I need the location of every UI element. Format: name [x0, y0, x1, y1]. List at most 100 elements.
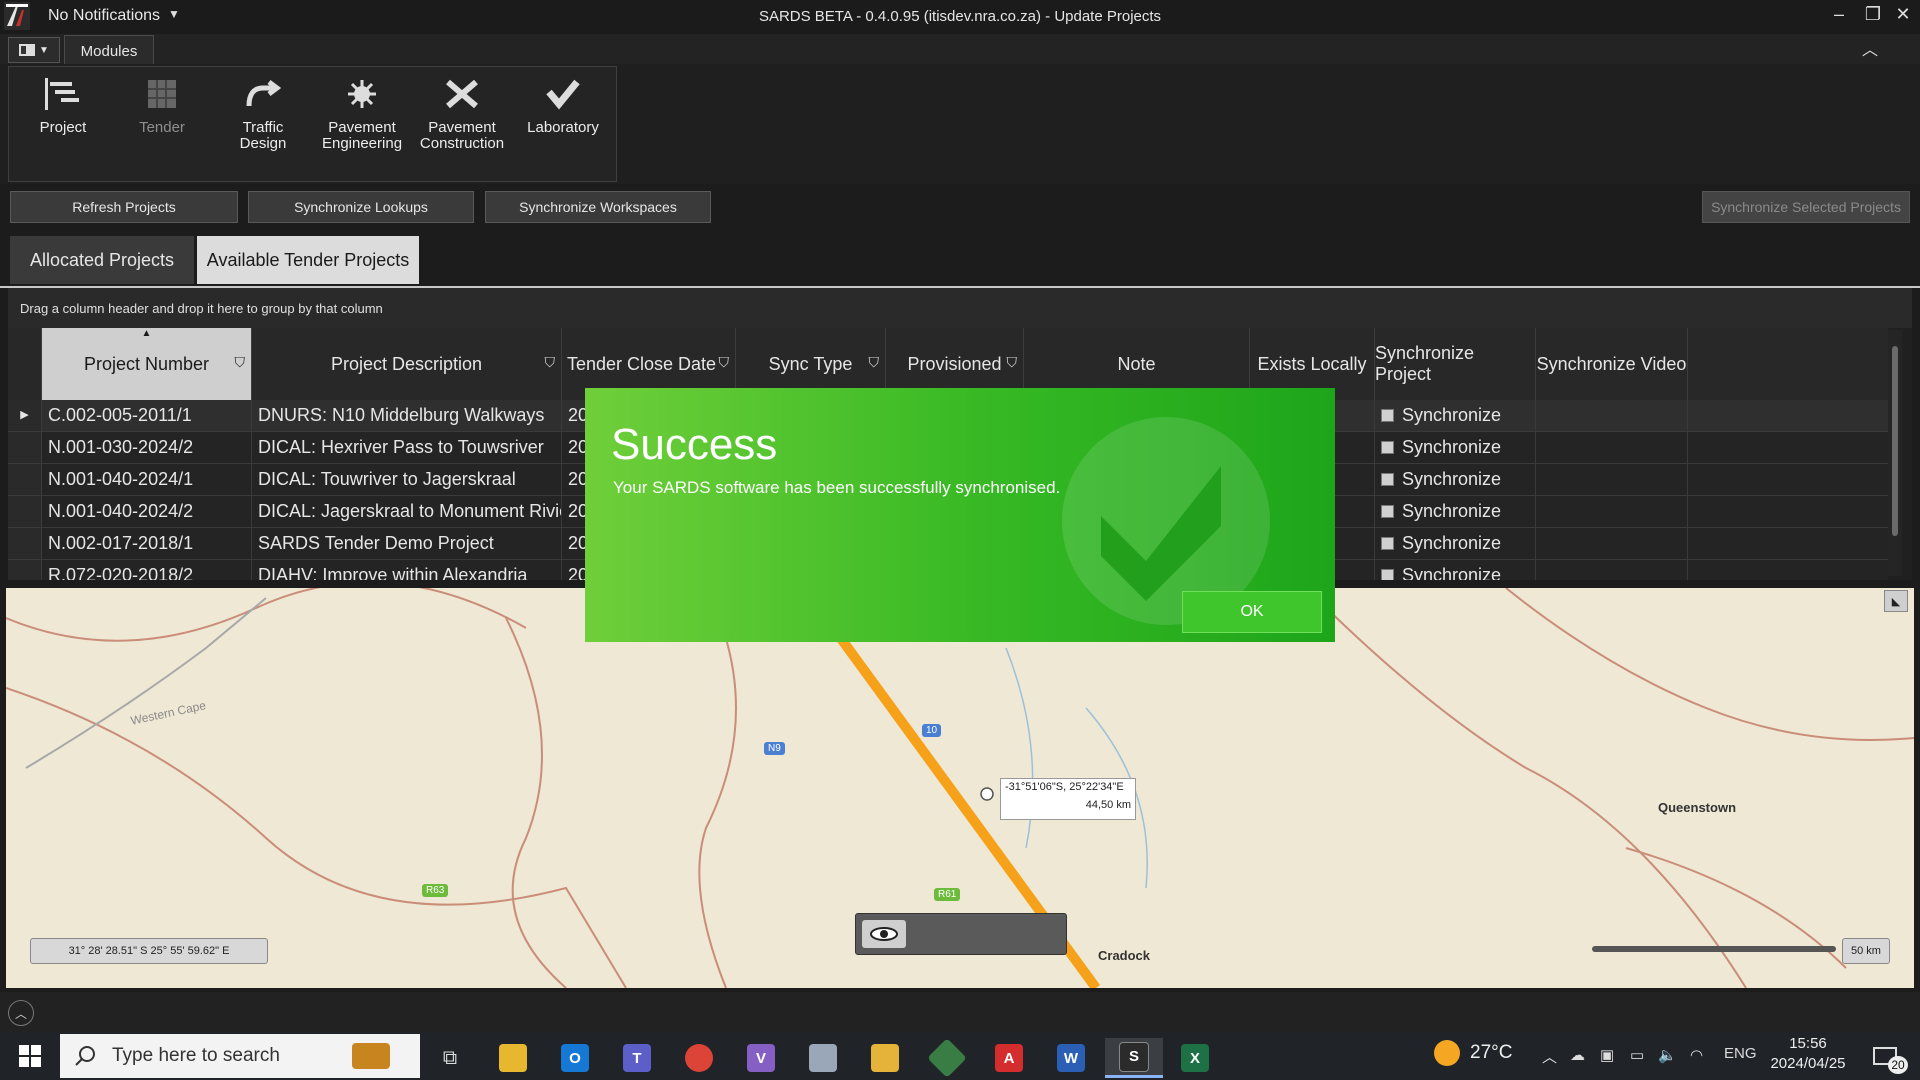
database-icon[interactable]	[799, 1038, 847, 1078]
taskbar-clock[interactable]: 15:56 2024/04/25	[1760, 1034, 1856, 1074]
sun-icon	[1434, 1040, 1460, 1066]
taskbar-search[interactable]: Type here to search	[60, 1034, 420, 1078]
collapse-ribbon-icon[interactable]: ︿	[1862, 36, 1878, 60]
notification-count-badge: 20	[1888, 1056, 1908, 1074]
synchronize-workspaces-button[interactable]: Synchronize Workspaces	[485, 191, 711, 223]
cell-synchronize-video	[1536, 464, 1688, 495]
cell-project-number: N.002-017-2018/1	[42, 528, 252, 559]
expand-status-icon[interactable]: ︿	[8, 1000, 34, 1026]
volume-icon[interactable]: 🔈	[1658, 1046, 1677, 1064]
synchronize-checkbox[interactable]	[1381, 537, 1394, 550]
filter-icon[interactable]: ⛉	[235, 354, 246, 371]
cell-synchronize-project[interactable]: Synchronize	[1375, 496, 1536, 527]
module-label: Tender	[139, 119, 185, 136]
eye-icon[interactable]	[862, 920, 906, 948]
synchronize-label: Synchronize	[1402, 565, 1502, 580]
project-icon	[45, 78, 79, 110]
wifi-icon[interactable]: ◠	[1690, 1046, 1703, 1064]
laboratory-icon	[546, 79, 580, 110]
tooltip-distance: 44,50 km	[1085, 799, 1131, 811]
map-label-cradock: Cradock	[1098, 948, 1151, 963]
language-indicator[interactable]: ENG	[1724, 1045, 1757, 1062]
git-icon[interactable]	[923, 1038, 971, 1078]
scrollbar-thumb[interactable]	[1892, 346, 1898, 536]
module-project[interactable]: Project	[13, 76, 113, 136]
paint-tool-icon[interactable]	[861, 1038, 909, 1078]
synchronize-checkbox[interactable]	[1381, 569, 1394, 580]
tender-icon	[148, 80, 176, 108]
module-tender[interactable]: Tender	[112, 76, 212, 136]
filter-icon[interactable]: ⛉	[719, 354, 730, 371]
module-pavement-engineering[interactable]: Pavement Engineering	[312, 76, 412, 152]
tooltip-coordinates: -31°51'06"S, 25°22'34"E	[1005, 781, 1124, 793]
module-pavement-construction[interactable]: Pavement Construction	[412, 76, 512, 152]
filter-icon[interactable]: ⛉	[545, 354, 556, 371]
windows-start-icon[interactable]	[0, 1032, 60, 1080]
dialog-title: Success	[611, 420, 778, 469]
synchronize-label: Synchronize	[1402, 469, 1502, 489]
module-laboratory[interactable]: Laboratory	[513, 76, 613, 136]
grid-vertical-scrollbar[interactable]	[1888, 330, 1902, 576]
visual-studio-icon[interactable]: V	[737, 1038, 785, 1078]
word-icon[interactable]: W	[1047, 1038, 1095, 1078]
column-header-project-description[interactable]: Project Description ⛉	[252, 328, 562, 400]
tab-allocated-projects[interactable]: Allocated Projects	[10, 236, 194, 284]
module-traffic-design[interactable]: Traffic Design	[213, 76, 313, 152]
close-button[interactable]: ✕	[1890, 4, 1916, 25]
view-menu-button[interactable]: ▼	[8, 37, 60, 63]
row-indicator	[8, 464, 42, 495]
column-label: Project Number	[83, 353, 210, 374]
onedrive-icon[interactable]: ☁	[1570, 1046, 1585, 1064]
network-status-icon[interactable]: ▣	[1600, 1046, 1614, 1064]
outlook-icon[interactable]: O	[551, 1038, 599, 1078]
column-header-project-number[interactable]: ▲ Project Number ⛉	[42, 328, 252, 400]
notification-center-icon[interactable]: 20	[1864, 1040, 1908, 1076]
synchronize-checkbox[interactable]	[1381, 409, 1394, 422]
cell-synchronize-video	[1536, 560, 1688, 580]
show-hidden-icons[interactable]: ︿	[1542, 1046, 1557, 1067]
cell-synchronize-project[interactable]: Synchronize	[1375, 560, 1536, 580]
task-view-icon[interactable]: ⧉	[426, 1038, 474, 1078]
cell-project-description: SARDS Tender Demo Project	[252, 528, 562, 559]
search-placeholder: Type here to search	[112, 1045, 280, 1066]
map-viewer-control[interactable]	[855, 913, 1067, 955]
ok-button[interactable]: OK	[1182, 591, 1322, 633]
minimize-button[interactable]: –	[1826, 4, 1852, 25]
tab-modules[interactable]: Modules	[64, 35, 154, 66]
cell-project-description: DNURS: N10 Middelburg Walkways	[252, 400, 562, 431]
filter-icon[interactable]: ⛉	[1007, 354, 1018, 371]
acrobat-icon[interactable]: A	[985, 1038, 1033, 1078]
restore-button[interactable]: ❐	[1860, 4, 1886, 25]
cell-synchronize-project[interactable]: Synchronize	[1375, 432, 1536, 463]
file-explorer-icon[interactable]	[489, 1038, 537, 1078]
synchronize-checkbox[interactable]	[1381, 505, 1394, 518]
cell-synchronize-project[interactable]: Synchronize	[1375, 400, 1536, 431]
map-toggle-icon[interactable]: ◣	[1884, 590, 1908, 612]
tab-available-tender-projects[interactable]: Available Tender Projects	[197, 236, 419, 284]
group-by-panel[interactable]: Drag a column header and drop it here to…	[8, 288, 1912, 328]
battery-icon[interactable]: ▭	[1630, 1046, 1644, 1064]
weather-widget[interactable]: 27°C	[1434, 1040, 1512, 1066]
teams-icon[interactable]: T	[613, 1038, 661, 1078]
sards-taskbar-icon[interactable]: S	[1105, 1038, 1163, 1078]
clock-date: 2024/04/25	[1770, 1055, 1846, 1072]
map-label-n9: N9	[764, 742, 785, 755]
chrome-icon[interactable]	[675, 1038, 723, 1078]
excel-icon[interactable]: X	[1171, 1038, 1219, 1078]
cell-synchronize-project[interactable]: Synchronize	[1375, 528, 1536, 559]
cell-synchronize-project[interactable]: Synchronize	[1375, 464, 1536, 495]
synchronize-checkbox[interactable]	[1381, 473, 1394, 486]
synchronize-lookups-button[interactable]: Synchronize Lookups	[248, 191, 474, 223]
synchronize-label: Synchronize	[1402, 405, 1502, 425]
synchronize-checkbox[interactable]	[1381, 441, 1394, 454]
weather-temperature: 27°C	[1470, 1042, 1513, 1063]
column-header-synchronize-project[interactable]: Synchronize Project	[1375, 328, 1536, 400]
refresh-projects-button[interactable]: Refresh Projects	[10, 191, 238, 223]
synchronize-selected-projects-button[interactable]: Synchronize Selected Projects	[1702, 191, 1910, 223]
filter-icon[interactable]: ⛉	[869, 354, 880, 371]
column-label: Provisioned	[907, 353, 1002, 374]
column-header-synchronize-video[interactable]: Synchronize Video	[1536, 328, 1688, 400]
column-label: Synchronize Video	[1536, 353, 1687, 374]
cell-synchronize-video	[1536, 496, 1688, 527]
synchronize-label: Synchronize	[1402, 533, 1502, 553]
